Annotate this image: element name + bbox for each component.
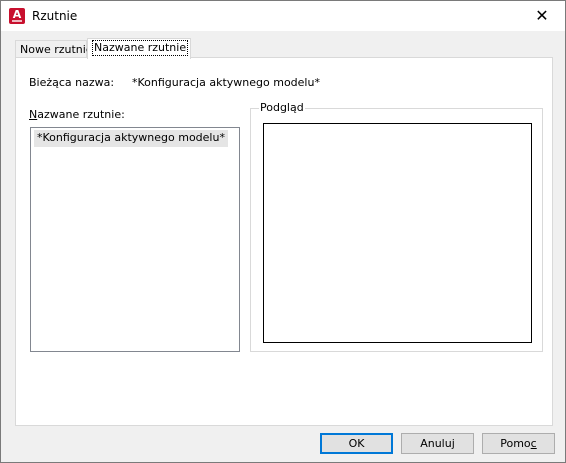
title-bar: A Rzutnie ✕ <box>1 1 565 31</box>
preview-label: Podgląd <box>259 101 305 114</box>
ok-button[interactable]: OK <box>320 433 393 454</box>
list-item[interactable]: *Konfiguracja aktywnego modelu* <box>34 130 228 147</box>
preview-group: Podgląd <box>250 102 543 352</box>
help-button-mnemonic: c <box>530 437 537 450</box>
tab-new-viewports-label: Nowe rzutnie <box>20 43 93 56</box>
preview-area <box>263 123 532 343</box>
autocad-app-icon: A <box>9 8 25 24</box>
window-title: Rzutnie <box>32 9 78 23</box>
tab-named-viewports-label: Nazwane rzutnie <box>92 40 189 56</box>
named-viewports-label: Nazwane rzutnie: <box>29 108 125 121</box>
named-viewports-label-rest: azwane rzutnie: <box>37 108 125 121</box>
current-name-value: *Konfiguracja aktywnego modelu* <box>132 76 320 89</box>
named-viewports-label-mnemonic: N <box>29 108 38 121</box>
help-button-label: Pomo <box>500 437 531 450</box>
named-viewports-list[interactable]: *Konfiguracja aktywnego modelu* <box>30 127 240 352</box>
dialog-window: A Rzutnie ✕ Nowe rzutnie Nazwane rzutnie… <box>0 0 566 463</box>
cancel-button[interactable]: Anuluj <box>401 433 474 454</box>
current-name-label: Bieżąca nazwa: <box>29 76 115 89</box>
help-button[interactable]: Pomoc <box>482 433 555 454</box>
tab-new-viewports[interactable]: Nowe rzutnie <box>15 40 93 58</box>
close-button[interactable]: ✕ <box>519 1 565 31</box>
named-viewports-panel: Bieżąca nazwa: *Konfiguracja aktywnego m… <box>15 57 553 426</box>
tab-named-viewports[interactable]: Nazwane rzutnie <box>87 38 191 59</box>
